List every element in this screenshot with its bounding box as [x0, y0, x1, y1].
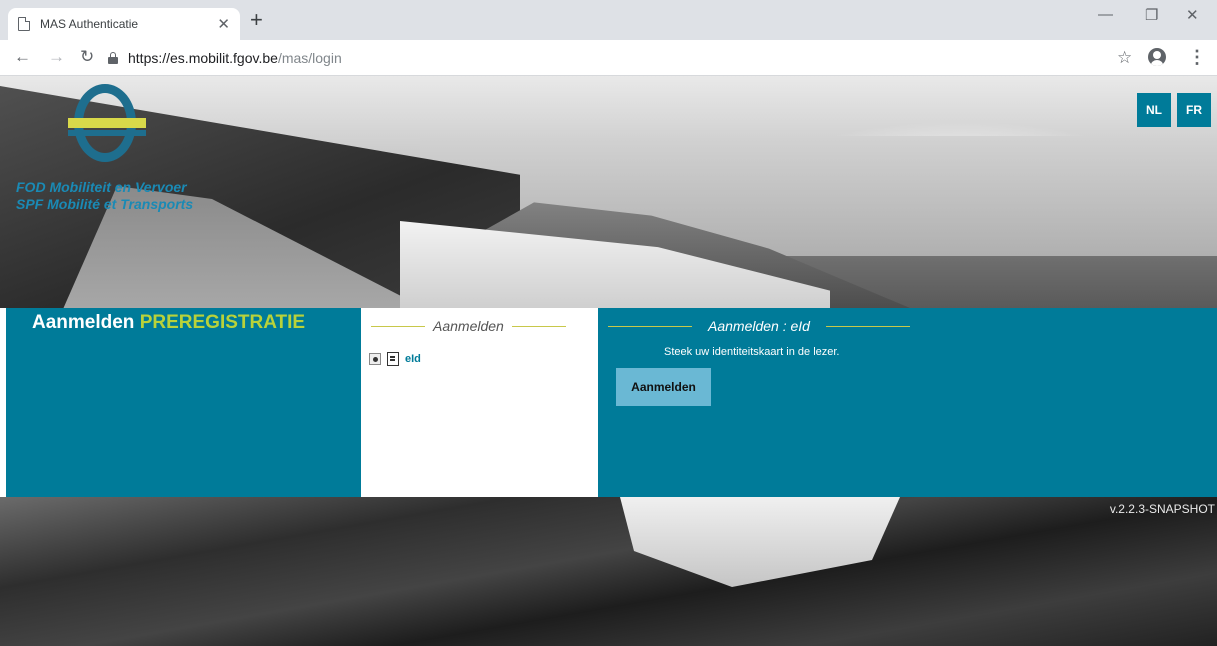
- logo-bar-secondary: [68, 130, 146, 136]
- legend-line: [371, 325, 425, 327]
- instruction-text: Steek uw identiteitskaart in de lezer.: [664, 346, 840, 358]
- logo-text-nl: FOD Mobiliteit en Vervoer: [16, 179, 187, 195]
- reload-icon[interactable]: ↻: [80, 47, 94, 67]
- legend-line: [608, 325, 692, 327]
- page: FOD Mobiliteit en Vervoer SPF Mobilité e…: [0, 76, 1217, 646]
- restore-icon[interactable]: ❐: [1145, 6, 1158, 24]
- browser-toolbar: ← → ↻ https://es.mobilit.fgov.be/mas/log…: [0, 40, 1217, 76]
- document-icon: [18, 16, 31, 31]
- legend-line: [825, 325, 910, 327]
- page-title: Aanmelden PREREGISTRATIE: [32, 312, 305, 334]
- url-host: https://es.mobilit.fgov.be: [128, 50, 278, 66]
- methods-legend-text: Aanmelden: [433, 318, 504, 334]
- url-path: /mas/login: [277, 50, 342, 66]
- method-radio[interactable]: [369, 353, 381, 365]
- page-title-main: Aanmelden: [32, 312, 135, 333]
- back-arrow-icon[interactable]: ←: [14, 47, 31, 67]
- hero-banner: FOD Mobiliteit en Vervoer SPF Mobilité e…: [0, 76, 1217, 316]
- login-panel: Aanmelden PREREGISTRATIE Aanmelden eId A…: [6, 308, 1217, 497]
- address-bar[interactable]: https://es.mobilit.fgov.be/mas/login: [108, 45, 1108, 71]
- method-selection: Aanmelden eId: [361, 308, 598, 497]
- logo-text-fr: SPF Mobilité et Transports: [16, 196, 194, 212]
- login-legend: Aanmelden : eId: [608, 318, 910, 334]
- forward-arrow-icon[interactable]: →: [48, 47, 65, 67]
- logo-bar: [68, 118, 146, 128]
- id-card-icon: [387, 352, 399, 366]
- lock-icon: [108, 52, 118, 64]
- close-icon[interactable]: ✕: [217, 17, 230, 32]
- method-label[interactable]: eId: [405, 353, 421, 365]
- language-fr-button[interactable]: FR: [1177, 93, 1211, 127]
- legend-line: [511, 325, 566, 327]
- truck-front-image: [620, 497, 900, 587]
- minimize-icon[interactable]: —: [1098, 6, 1113, 23]
- kebab-menu-icon[interactable]: ⋮: [1188, 47, 1206, 68]
- language-nl-button[interactable]: NL: [1137, 93, 1171, 127]
- login-button[interactable]: Aanmelden: [616, 368, 711, 406]
- login-form: Aanmelden : eId Steek uw identiteitskaar…: [598, 308, 1217, 497]
- star-icon[interactable]: ☆: [1117, 48, 1132, 68]
- login-legend-text: Aanmelden : eId: [708, 318, 810, 334]
- browser-tab-bar: MAS Authenticatie ✕ + — ❐ ✕: [0, 0, 1217, 40]
- methods-legend: Aanmelden: [371, 318, 566, 334]
- version-label: v.2.2.3-SNAPSHOT: [1109, 502, 1215, 516]
- bottom-banner: v.2.2.3-SNAPSHOT: [0, 497, 1217, 646]
- browser-tab[interactable]: MAS Authenticatie ✕: [8, 8, 240, 40]
- logo: FOD Mobiliteit en Vervoer SPF Mobilité e…: [12, 82, 222, 217]
- account-icon[interactable]: [1148, 48, 1166, 66]
- plus-icon[interactable]: +: [250, 9, 263, 31]
- tab-title: MAS Authenticatie: [40, 17, 139, 31]
- method-option-eid[interactable]: eId: [369, 352, 421, 366]
- page-title-accent: PREREGISTRATIE: [139, 312, 306, 333]
- close-window-icon[interactable]: ✕: [1186, 6, 1199, 24]
